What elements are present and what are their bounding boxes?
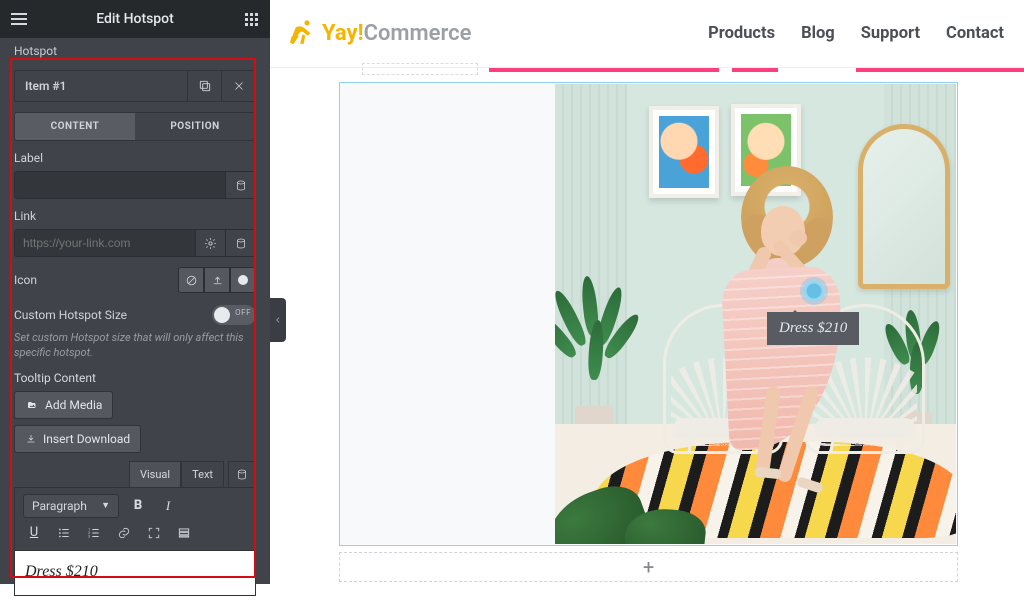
icon-none-button[interactable]	[178, 267, 204, 293]
link-button[interactable]	[113, 522, 135, 544]
custom-size-toggle[interactable]: OFF	[212, 305, 256, 325]
section-label-hotspot: Hotspot	[0, 38, 270, 64]
editor-toolbar: Paragraph▼ B I U 123	[14, 487, 256, 551]
custom-size-helper: Set custom Hotspot size that will only a…	[14, 331, 256, 361]
link-dynamic-icon[interactable]	[226, 229, 256, 257]
logo-text-a: Yay!	[322, 21, 364, 46]
icon-library-button[interactable]	[230, 267, 256, 293]
nav-underline-a	[489, 68, 719, 72]
underline-button[interactable]: U	[23, 522, 45, 544]
bulleted-list-button[interactable]	[53, 522, 75, 544]
site-logo[interactable]: Yay!Commerce	[284, 17, 471, 51]
custom-size-label: Custom Hotspot Size	[14, 308, 212, 322]
hotspot-marker[interactable]	[803, 280, 825, 302]
link-input[interactable]	[14, 229, 196, 257]
editor-body[interactable]: Dress $210	[14, 551, 256, 596]
item-name: Item #1	[15, 79, 187, 93]
bold-button[interactable]: B	[127, 495, 149, 517]
logo-text-b: Commerce	[364, 21, 472, 46]
label-field-label: Label	[14, 151, 256, 165]
label-input[interactable]	[14, 171, 226, 199]
italic-button[interactable]: I	[157, 495, 179, 517]
add-section-button[interactable]: +	[339, 552, 958, 582]
menu-icon[interactable]	[0, 0, 38, 38]
toolbar-toggle-button[interactable]	[173, 522, 195, 544]
nav-link-products[interactable]: Products	[708, 24, 775, 43]
nav-underline-c	[856, 68, 1024, 72]
site-top-nav: Yay!Commerce Products Blog Support Conta…	[270, 0, 1024, 68]
editor-content-text: Dress $210	[25, 563, 98, 580]
widgets-grid-icon[interactable]	[232, 0, 270, 38]
format-select[interactable]: Paragraph▼	[23, 494, 119, 518]
nav-underline-b	[732, 68, 778, 72]
section-guide	[362, 63, 478, 75]
repeater-item-header[interactable]: Item #1	[14, 70, 256, 102]
collapse-panel-button[interactable]	[270, 298, 286, 342]
panel-header: Edit Hotspot	[0, 0, 270, 38]
dynamic-tags-icon[interactable]	[226, 171, 256, 199]
editor-dynamic-icon[interactable]	[228, 461, 256, 487]
tooltip-text: Dress $210	[779, 320, 847, 336]
svg-text:3: 3	[88, 534, 90, 538]
fullscreen-button[interactable]	[143, 522, 165, 544]
edit-hotspot-panel: Edit Hotspot Hotspot Item #1 CONTENT POS…	[0, 0, 270, 584]
panel-body: Item #1 CONTENT POSITION Label Link	[0, 70, 270, 610]
close-icon[interactable]	[221, 71, 255, 101]
plus-icon: +	[643, 555, 654, 579]
insert-download-button[interactable]: Insert Download	[14, 425, 141, 453]
icon-field-label: Icon	[14, 273, 178, 287]
hotspot-tooltip: Dress $210	[767, 312, 859, 345]
tooltip-content-label: Tooltip Content	[14, 371, 256, 385]
numbered-list-button[interactable]: 123	[83, 522, 105, 544]
item-tabs: CONTENT POSITION	[14, 112, 256, 141]
add-media-label: Add Media	[45, 398, 102, 412]
nav-link-blog[interactable]: Blog	[801, 24, 835, 43]
link-options-icon[interactable]	[196, 229, 226, 257]
link-field-label: Link	[14, 209, 256, 223]
tab-content[interactable]: CONTENT	[15, 113, 135, 140]
insert-download-label: Insert Download	[43, 432, 130, 446]
nav-link-contact[interactable]: Contact	[946, 24, 1004, 43]
editor-tab-visual[interactable]: Visual	[129, 461, 181, 487]
logo-icon	[284, 17, 318, 51]
hero-image: Dress $210	[555, 84, 956, 544]
duplicate-icon[interactable]	[187, 71, 221, 101]
panel-title: Edit Hotspot	[38, 11, 232, 27]
tab-position[interactable]: POSITION	[135, 113, 255, 140]
editor-tab-text[interactable]: Text	[181, 461, 224, 487]
add-media-button[interactable]: Add Media	[14, 391, 113, 419]
nav-links: Products Blog Support Contact	[708, 24, 1004, 43]
format-select-value: Paragraph	[32, 499, 87, 513]
icon-upload-button[interactable]	[204, 267, 230, 293]
nav-link-support[interactable]: Support	[861, 24, 920, 43]
